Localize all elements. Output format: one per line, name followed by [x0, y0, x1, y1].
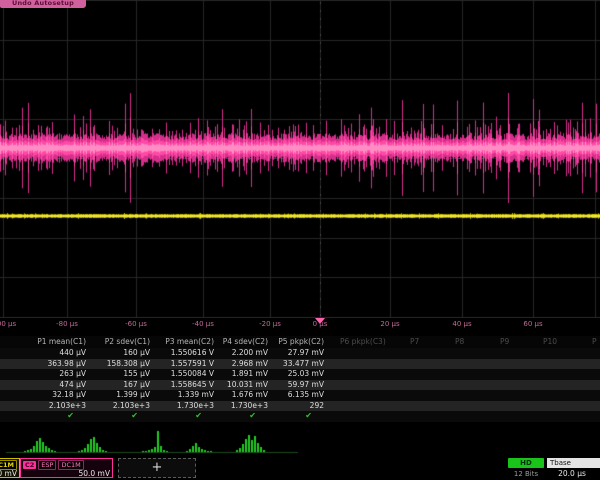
measure-value: 263 µV	[59, 369, 86, 380]
measure-value: 25.03 mV	[288, 369, 324, 380]
measure-value: 59.97 mV	[288, 380, 324, 391]
measure-status-ok-icon: ✔	[131, 411, 138, 422]
measure-column-header[interactable]: P4 sdev(C2)	[223, 336, 268, 348]
add-trace-button[interactable]: +	[118, 458, 196, 478]
measure-value: 33.477 mV	[283, 359, 324, 370]
measure-table-row: 440 µV 160 µV 1.550616 V 2.200 mV 27.97 mV	[0, 348, 600, 359]
measurement-histicons	[0, 424, 600, 460]
measure-value: 2.968 mV	[232, 359, 268, 370]
c2-esp-badge: ESP	[38, 460, 56, 470]
time-axis-tick-label: 60 µs	[523, 320, 542, 328]
time-axis-tick-label: 40 µs	[452, 320, 471, 328]
waveform-grid-canvas[interactable]	[0, 0, 600, 318]
hd-mode-badge[interactable]: HD	[508, 458, 544, 468]
time-axis-tick-label: 0 µs	[313, 320, 328, 328]
measure-table-row: 2.103e+3 2.103e+3 1.730e+3 1.730e+3 292	[0, 401, 600, 412]
measure-value: 440 µV	[59, 348, 86, 359]
time-axis-tick-label: -40 µs	[192, 320, 214, 328]
c2-label-badge: C2	[23, 461, 36, 469]
time-axis-tick-label: -60 µs	[125, 320, 147, 328]
measure-value: 474 µV	[59, 380, 86, 391]
measure-value: 1.676 mV	[232, 390, 268, 401]
measurement-table: P1 mean(C1) P2 sdev(C1) P3 mean(C2) P4 sdev…	[0, 336, 600, 422]
measure-value: 1.558645 V	[171, 380, 214, 391]
measure-value: 1.399 µV	[116, 390, 150, 401]
measure-table-row: P1 mean(C1) P2 sdev(C1) P3 mean(C2) P4 sdev…	[0, 336, 600, 348]
measure-value: 6.135 mV	[288, 390, 324, 401]
hd-bits-label: 12 Bits	[506, 469, 546, 479]
time-axis-tick-label: -80 µs	[56, 320, 78, 328]
timebase-value: 20.0 µs	[547, 469, 597, 479]
measure-value: 363.98 µV	[47, 359, 86, 370]
measure-value: 1.550616 V	[171, 348, 214, 359]
measure-column-header[interactable]: P5 pkpk(C2)	[278, 336, 324, 348]
measure-value: 155 µV	[123, 369, 150, 380]
measure-column-header-disabled[interactable]: P6 pkpk(C3)	[340, 336, 386, 348]
measure-column-header-disabled[interactable]: P8	[455, 336, 464, 348]
measure-column-header-disabled[interactable]: P9	[500, 336, 509, 348]
measure-status-ok-icon: ✔	[249, 411, 256, 422]
measure-value: 158.308 µV	[107, 359, 150, 370]
channel-c1-descriptor[interactable]: DC1M 500 mV	[0, 458, 20, 478]
measure-value: 2.103e+3	[49, 401, 86, 412]
measure-column-header[interactable]: P3 mean(C2)	[165, 336, 214, 348]
measure-status-ok-icon: ✔	[67, 411, 74, 422]
measure-value: 1.730e+3	[231, 401, 268, 412]
measure-column-header-disabled[interactable]: P7	[410, 336, 419, 348]
measure-value: 160 µV	[123, 348, 150, 359]
measure-table-row: 32.18 µV 1.399 µV 1.339 mV 1.676 mV 6.135 mV	[0, 390, 600, 401]
undo-autosetup-button[interactable]: Undo Autosetup	[0, 0, 86, 8]
channel-c2-descriptor[interactable]: C2 ESP DC1M 50.0 mV	[20, 458, 113, 478]
measure-value: 32.18 µV	[52, 390, 86, 401]
measure-column-header[interactable]: P1 mean(C1)	[37, 336, 86, 348]
c1-coupling-badge: DC1M	[0, 460, 17, 470]
measure-value: 1.339 mV	[178, 390, 214, 401]
time-axis-labels: -100 µs -80 µs -60 µs -40 µs -20 µs 0 µs 20 µs…	[0, 320, 600, 332]
measure-value: 2.200 mV	[232, 348, 268, 359]
measure-table-row: 363.98 µV 158.308 µV 1.557591 V 2.968 mV 33.…	[0, 359, 600, 370]
oscilloscope-screen: Undo Autosetup -100 µs -80 µs -60 µs -40 µs…	[0, 0, 600, 480]
measure-value: 1.557591 V	[171, 359, 214, 370]
measure-value: 1.550084 V	[171, 369, 214, 380]
measure-value: 2.103e+3	[113, 401, 150, 412]
measure-column-header-disabled[interactable]: P	[592, 336, 597, 348]
measure-table-row: ✔ ✔ ✔ ✔ ✔	[0, 411, 600, 422]
measure-table-row: 474 µV 167 µV 1.558645 V 10.031 mV 59.97 mV	[0, 380, 600, 391]
time-axis-tick-label: -100 µs	[0, 320, 16, 328]
measure-column-header-disabled[interactable]: P10	[543, 336, 557, 348]
measure-value: 1.891 mV	[232, 369, 268, 380]
measure-value: 292	[310, 401, 324, 412]
measure-value: 10.031 mV	[227, 380, 268, 391]
timebase-descriptor[interactable]: Tbase	[547, 458, 600, 468]
measure-status-ok-icon: ✔	[195, 411, 202, 422]
time-axis-tick-label: -20 µs	[259, 320, 281, 328]
measure-value: 1.730e+3	[177, 401, 214, 412]
measure-value: 27.97 mV	[288, 348, 324, 359]
measure-status-ok-icon: ✔	[305, 411, 312, 422]
c2-volts-per-div: 50.0 mV	[23, 469, 110, 479]
measure-table-row: 263 µV 155 µV 1.550084 V 1.891 mV 25.03 mV	[0, 369, 600, 380]
measure-value: 167 µV	[123, 380, 150, 391]
time-axis-tick-label: 20 µs	[380, 320, 399, 328]
c1-volts-per-div: 500 mV	[0, 469, 17, 479]
measure-column-header[interactable]: P2 sdev(C1)	[105, 336, 150, 348]
c2-coupling-badge: DC1M	[58, 460, 83, 470]
